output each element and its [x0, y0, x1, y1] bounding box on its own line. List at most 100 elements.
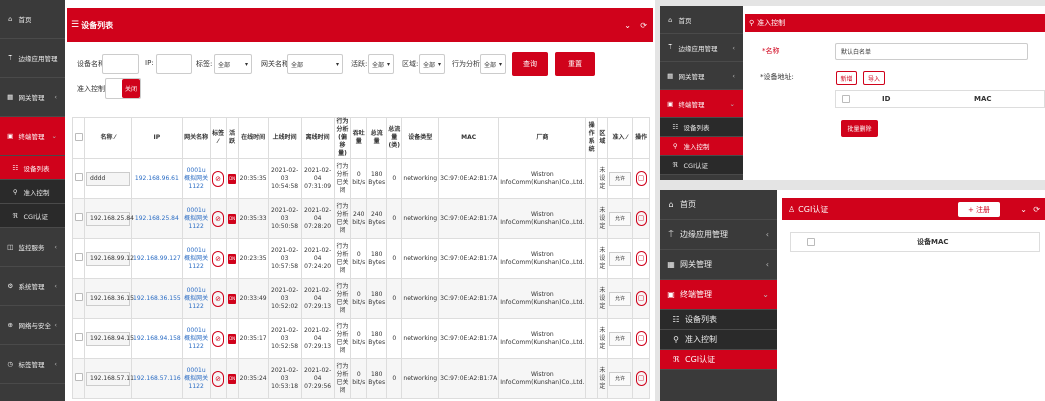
submenu-item-6[interactable]: ℜ CGI认证 [0, 204, 65, 228]
gateway-link[interactable]: 0001u概拟网关1122 [181, 318, 211, 359]
up-time: 2021-02-03 10:50:58 [267, 198, 302, 239]
gateway-link[interactable]: 0001u概拟网关1122 [181, 278, 211, 319]
access-select[interactable]: 允许 [609, 251, 632, 266]
tag-icon[interactable]: ⊘ [212, 330, 225, 347]
sidebar-item-0[interactable]: ⌂ 首页 [660, 190, 777, 220]
online-time: 20:35:24 [237, 358, 269, 399]
area-cell: 未设定 [596, 158, 608, 199]
submenu-item-4[interactable]: ☷ 设备列表 [0, 156, 65, 180]
gateway-link[interactable]: 0001u概拟网关1122 [181, 358, 211, 399]
rule-name-input[interactable]: 默认白名单 [835, 43, 1028, 60]
behavior-select[interactable]: 全部 ▾ [480, 54, 506, 74]
submenu-item-4[interactable]: ☷ 设备列表 [660, 118, 743, 137]
gateway-select[interactable]: 全部 ▾ [287, 54, 343, 74]
query-button[interactable]: 查询 [512, 52, 548, 76]
delete-icon[interactable]: ▢ [635, 211, 647, 226]
access-select[interactable]: 允许 [609, 291, 632, 306]
tag-icon[interactable]: ⊘ [212, 250, 225, 267]
ip-link[interactable]: 192.168.96.61 [131, 158, 183, 199]
row-checkbox[interactable] [72, 198, 86, 239]
access-toggle[interactable]: 关闭 [105, 78, 141, 99]
add-button[interactable]: 新增 [836, 71, 857, 85]
ip-link[interactable]: 192.168.36.155 [131, 278, 183, 319]
row-checkbox[interactable] [72, 358, 86, 399]
submenu-item-6[interactable]: ℜ CGI认证 [660, 350, 777, 370]
sidebar-item-3[interactable]: ▣ 终端管理 ⌄ [0, 117, 65, 156]
register-button[interactable]: + 注册 [958, 202, 1000, 217]
tag-cell: ⊘ [209, 198, 227, 239]
menu-icon: ⚲ [672, 142, 678, 150]
gateway-link[interactable]: 0001u概拟网关1122 [181, 238, 211, 279]
access-select[interactable]: 允许 [609, 331, 632, 346]
sidebar-item-1[interactable]: ⍑ 边缘应用管理 ‹ [660, 220, 777, 250]
row-checkbox[interactable] [72, 318, 86, 359]
ip-link[interactable]: 192.168.25.84 [131, 198, 183, 239]
delete-icon[interactable]: ▢ [635, 371, 647, 386]
sidebar-item-2[interactable]: ▦ 网关管理 ‹ [0, 78, 65, 117]
column-header[interactable]: 名称 ⁄ [84, 117, 133, 159]
gateway-link[interactable]: 0001u概拟网关1122 [181, 198, 211, 239]
tag-icon[interactable]: ⊘ [212, 370, 225, 387]
device-name-input[interactable]: 192.168.57.11 [86, 371, 134, 386]
batch-delete-button[interactable]: 批量删除 [841, 120, 878, 137]
column-header[interactable]: 标签 ⁄ [209, 117, 227, 159]
submenu-item-5[interactable]: ⚲ 准入控制 [0, 180, 65, 204]
access-select[interactable]: 允许 [609, 171, 632, 186]
device-name-input[interactable]: 192.168.36.15 [86, 291, 134, 306]
tag-select[interactable]: 全部 ▾ [214, 54, 252, 74]
reset-button[interactable]: 重置 [555, 52, 595, 76]
row-checkbox[interactable] [72, 158, 86, 199]
sidebar-item-3[interactable]: ▣ 终端管理 ⌄ [660, 280, 777, 310]
sidebar-item-0[interactable]: ⌂ 首页 [660, 6, 743, 34]
refresh-icon[interactable]: ⟳ [1033, 205, 1040, 214]
access-select[interactable]: 允许 [609, 211, 632, 226]
sidebar-item-10[interactable]: ◷ 标签管理 ‹ [0, 345, 65, 384]
active-select[interactable]: 全部 ▾ [368, 54, 394, 74]
gateway-link[interactable]: 0001u概拟网关1122 [181, 158, 211, 199]
delete-icon[interactable]: ▢ [635, 171, 647, 186]
area-select[interactable]: 全部 ▾ [419, 54, 445, 74]
tag-icon[interactable]: ⊘ [212, 170, 225, 187]
row-checkbox[interactable] [72, 278, 86, 319]
device-name-input[interactable]: dddd [86, 171, 131, 186]
ip-link[interactable]: 192.168.99.127 [131, 238, 183, 279]
submenu-item-5[interactable]: ⚲ 准入控制 [660, 137, 743, 156]
sidebar-item-7[interactable]: ◫ 监控服务 ‹ [0, 228, 65, 267]
collapse-icon[interactable]: ⌄ [1020, 205, 1027, 214]
device-name-input[interactable] [102, 54, 139, 74]
select-all-checkbox[interactable] [72, 117, 86, 159]
submenu-item-6[interactable]: ℜ CGI认证 [660, 156, 743, 175]
sidebar-item-3[interactable]: ▣ 终端管理 ⌄ [660, 90, 743, 118]
tag-icon[interactable]: ⊘ [212, 210, 225, 227]
sidebar-item-0[interactable]: ⌂ 首页 [0, 0, 65, 39]
refresh-icon[interactable]: ⟳ [640, 21, 647, 30]
tag-icon[interactable]: ⊘ [212, 290, 225, 307]
cgi-select-all[interactable] [807, 238, 815, 246]
menu-label: 设备列表 [683, 124, 710, 132]
sidebar-item-9[interactable]: ⊕ 网络与安全 ‹ [0, 306, 65, 345]
sidebar-item-2[interactable]: ▦ 网关管理 ‹ [660, 62, 743, 90]
row-checkbox[interactable] [72, 238, 86, 279]
active-cell: DN [225, 318, 239, 359]
ip-input[interactable] [156, 54, 192, 74]
collapse-icon[interactable]: ⌄ [624, 21, 631, 30]
delete-icon[interactable]: ▢ [635, 291, 647, 306]
column-header[interactable]: 准入 ⁄ [606, 117, 634, 159]
delete-icon[interactable]: ▢ [635, 251, 647, 266]
sidebar-item-2[interactable]: ▦ 网关管理 ‹ [660, 250, 777, 280]
access-select-all[interactable] [842, 95, 850, 103]
submenu-item-4[interactable]: ☷ 设备列表 [660, 310, 777, 330]
device-name-input[interactable]: 192.168.25.84 [86, 211, 134, 226]
delete-icon[interactable]: ▢ [635, 331, 647, 346]
sidebar-item-1[interactable]: ⍑ 边缘应用管理 ‹ [0, 39, 65, 78]
access-select[interactable]: 允许 [609, 371, 632, 386]
submenu-item-5[interactable]: ⚲ 准入控制 [660, 330, 777, 350]
sidebar-item-1[interactable]: ⍑ 边缘应用管理 ‹ [660, 34, 743, 62]
ip-link[interactable]: 192.168.94.158 [131, 318, 183, 359]
online-time: 20:23:35 [237, 238, 269, 279]
device-name-input[interactable]: 192.168.99.12 [86, 251, 134, 266]
import-button[interactable]: 导入 [863, 71, 885, 85]
ip-link[interactable]: 192.168.57.116 [131, 358, 183, 399]
device-name-input[interactable]: 192.168.94.15 [86, 331, 134, 346]
sidebar-item-8[interactable]: ⚙ 系统管理 ‹ [0, 267, 65, 306]
